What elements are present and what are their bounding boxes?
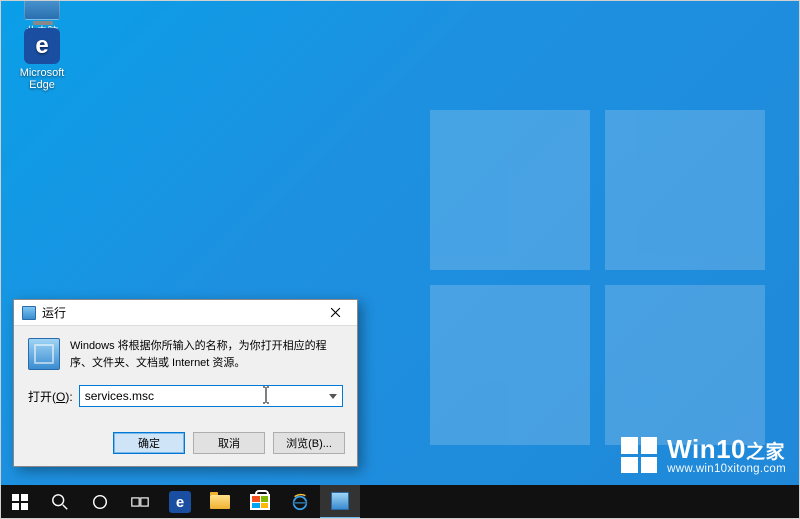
run-icon (331, 492, 349, 510)
desktop-icon-edge[interactable]: e Microsoft Edge (10, 28, 74, 91)
run-dialog: 运行 Windows 将根据你所输入的名称，为你打开相应的程序、文件夹、文档或 … (13, 299, 358, 467)
close-button[interactable] (317, 300, 353, 325)
start-button[interactable] (0, 485, 40, 519)
windows-logo-icon (621, 437, 657, 473)
ie-icon (291, 493, 309, 511)
taskbar-file-explorer-button[interactable] (200, 485, 240, 519)
cancel-button[interactable]: 取消 (193, 432, 265, 454)
taskbar-ie-button[interactable] (280, 485, 320, 519)
edge-icon: e (24, 28, 60, 64)
open-combobox[interactable] (79, 385, 343, 407)
taskbar-store-button[interactable] (240, 485, 280, 519)
folder-icon (210, 495, 230, 509)
run-app-icon (28, 338, 60, 370)
task-view-button[interactable] (120, 485, 160, 519)
close-icon (330, 307, 341, 318)
search-icon (51, 493, 69, 511)
ok-button[interactable]: 确定 (113, 432, 185, 454)
desktop: 此电脑 e Microsoft Edge 运行 Windows 将根据你所输入的… (0, 0, 800, 519)
search-button[interactable] (40, 485, 80, 519)
windows-logo-icon (12, 494, 28, 510)
watermark-title: Win10之家 (667, 436, 786, 463)
edge-icon: e (169, 491, 191, 513)
run-titlebar-icon (22, 306, 36, 320)
cortana-button[interactable] (80, 485, 120, 519)
windows-background-logo (430, 110, 770, 450)
window-title: 运行 (42, 304, 317, 321)
task-view-icon (131, 493, 149, 511)
watermark-url: www.win10xitong.com (667, 463, 786, 475)
taskbar-run-button[interactable] (320, 485, 360, 519)
taskbar: e (0, 485, 800, 519)
monitor-icon (24, 0, 60, 20)
desktop-icon-label: Microsoft Edge (10, 67, 74, 91)
open-input[interactable] (79, 385, 343, 407)
watermark: Win10之家 www.win10xitong.com (621, 436, 786, 475)
store-icon (250, 494, 270, 510)
cortana-icon (91, 493, 109, 511)
titlebar[interactable]: 运行 (14, 300, 357, 326)
browse-button[interactable]: 浏览(B)... (273, 432, 345, 454)
open-label: 打开(O): (28, 388, 73, 405)
run-description: Windows 将根据你所输入的名称，为你打开相应的程序、文件夹、文档或 Int… (70, 338, 343, 371)
taskbar-edge-button[interactable]: e (160, 485, 200, 519)
